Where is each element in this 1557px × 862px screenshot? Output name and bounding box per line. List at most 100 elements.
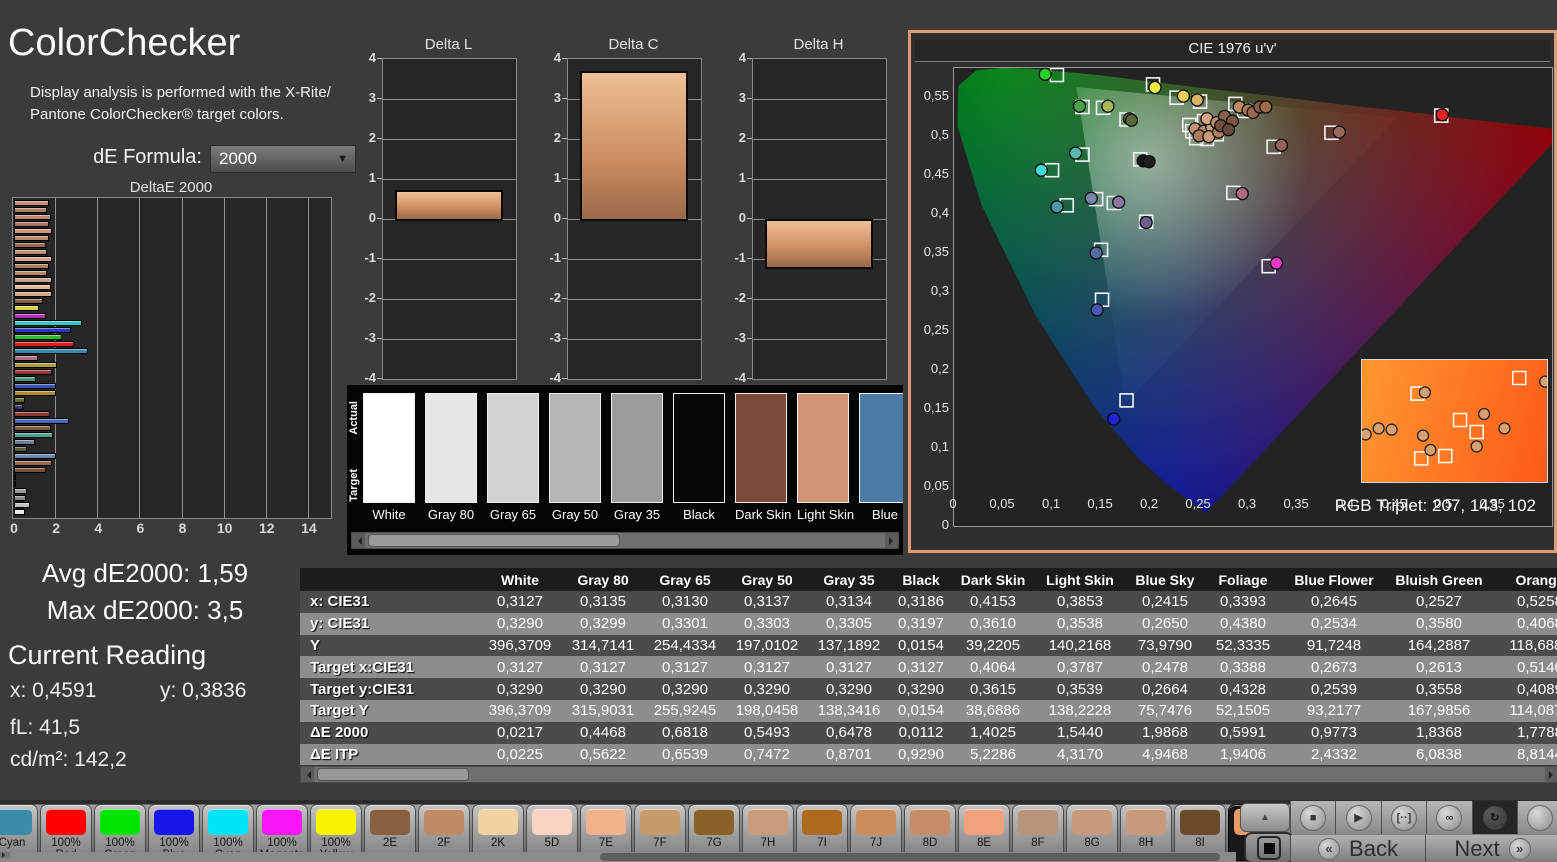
- y-tick-mark: [377, 218, 382, 219]
- range-button[interactable]: [··]: [1380, 801, 1427, 834]
- measured-point: [1221, 122, 1236, 137]
- patch-scrollbar-thumb[interactable]: [600, 853, 1220, 861]
- de-bar: [14, 200, 49, 206]
- table-cell: 1,9406: [1220, 745, 1266, 763]
- swatch-blue: Blue: [859, 393, 903, 523]
- up-arrow-icon: ▲: [1260, 812, 1270, 823]
- table-cell: 0,5140: [1517, 658, 1557, 676]
- scroll-right-icon[interactable]: [0, 852, 10, 858]
- table-cell: 0,3305: [826, 615, 872, 633]
- x-tick-label: 0,25: [1185, 496, 1211, 511]
- de-bar: [14, 207, 47, 214]
- scroll-left-icon[interactable]: [352, 533, 365, 548]
- cie-chart-title: CIE 1976 u'v': [915, 40, 1550, 62]
- table-cell: 0,3787: [1057, 658, 1103, 676]
- de-bar: [14, 333, 63, 340]
- current-cdm2-readout: cd/m²: 142,2: [10, 748, 127, 771]
- y-tick-mark: [562, 218, 567, 219]
- patch-label: 2K: [490, 837, 506, 849]
- table-cell: 0,5258: [1517, 593, 1557, 611]
- table-cell: 6,0838: [1416, 745, 1462, 763]
- table-scrollbar-thumb[interactable]: [317, 768, 469, 781]
- patch-scrollbar[interactable]: [0, 852, 1236, 862]
- column-header: Foliage: [1218, 571, 1268, 588]
- table-cell: 1,7788: [1517, 724, 1557, 742]
- continuous-button[interactable]: ∞: [1426, 801, 1472, 834]
- de-bar: [14, 249, 47, 256]
- table-cell: 314,7141: [571, 636, 635, 654]
- stop-button[interactable]: ■: [1290, 801, 1336, 834]
- table-cell: 0,3127: [497, 593, 543, 611]
- y-tick-mark: [747, 378, 752, 379]
- swatch-scrollbar-thumb[interactable]: [368, 534, 620, 547]
- swatch-scrollbar[interactable]: [351, 532, 899, 549]
- patch-chip: [1072, 809, 1112, 835]
- table-cell: 0,3290: [497, 615, 543, 633]
- inset-target-square: [1452, 412, 1468, 428]
- table-cell: 396,3709: [488, 702, 552, 720]
- patch-label: 2E: [382, 837, 398, 849]
- measured-point: [1332, 125, 1346, 139]
- blank-button[interactable]: [1516, 801, 1557, 834]
- table-row: ΔE 2000 0,0217 0,4468 0,6818 0,5493 0,6478 0,0…: [300, 721, 1557, 744]
- de-bar: [14, 396, 25, 403]
- next-button[interactable]: Next »: [1425, 835, 1557, 862]
- x-tick-label: 0,2: [1140, 496, 1159, 511]
- table-cell: 5,2286: [970, 745, 1016, 763]
- swatch-label: Blue: [871, 507, 899, 522]
- de-bar: [14, 425, 51, 431]
- measured-point: [1089, 246, 1103, 260]
- measured-point: [1034, 163, 1048, 177]
- table-cell: 138,2228: [1048, 702, 1112, 720]
- y-tick-label: 3: [553, 90, 561, 105]
- refresh-button[interactable]: ↻: [1471, 801, 1517, 834]
- deltae2000-x-axis: 0 2 4 6 8 10 12 14: [10, 520, 330, 538]
- x-tick-label: 6: [136, 520, 145, 536]
- play-button[interactable]: ▶: [1335, 801, 1381, 834]
- inset-measured-point: [1424, 443, 1437, 457]
- y-tick-label: 2: [368, 130, 376, 145]
- de-formula-dropdown[interactable]: 2000 ▼: [210, 145, 356, 173]
- table-cell: 0,2664: [1142, 680, 1188, 698]
- table-cell: 137,1892: [817, 636, 881, 654]
- gridline: [753, 179, 886, 180]
- y-tick-label: 0: [738, 210, 746, 225]
- table-row: Target Y 396,3709 315,9031 255,9245 198,0458…: [300, 699, 1557, 722]
- avg-de2000-readout: Avg dE2000: 1,59: [41, 558, 249, 588]
- table-scrollbar[interactable]: [300, 766, 1557, 783]
- scroll-right-icon[interactable]: [1545, 767, 1557, 782]
- inset-measured-point: [1372, 422, 1385, 435]
- patch-label: 8G: [1084, 837, 1100, 849]
- scroll-right-icon[interactable]: [885, 533, 898, 548]
- pattern-window-button[interactable]: [1244, 832, 1294, 862]
- swatch-light-skin: Light Skin: [797, 393, 854, 523]
- swatch-chip: [673, 393, 725, 503]
- de-bar: [14, 417, 69, 424]
- table-cell: 0,4153: [970, 593, 1016, 611]
- table-cell: 0,3134: [826, 593, 872, 611]
- swatch-chip: [797, 393, 849, 503]
- delta-l-title: Delta L: [424, 36, 473, 53]
- table-cell: 1,5440: [1057, 724, 1103, 742]
- table-cell: 0,3197: [898, 615, 944, 633]
- x-tick-label: 0,5: [1434, 496, 1453, 511]
- swatch-chip: [425, 393, 477, 503]
- y-tick-label: 2: [553, 130, 561, 145]
- y-tick-mark: [377, 178, 382, 179]
- table-cell: 1,8368: [1416, 724, 1462, 742]
- y-tick-label: 0,4: [930, 204, 949, 220]
- patch-chip: [154, 809, 194, 835]
- x-tick-label: 0,4: [1336, 496, 1355, 511]
- collapse-up-button[interactable]: ▲: [1240, 803, 1290, 832]
- column-header: White: [500, 571, 540, 588]
- table-cell: 0,4064: [970, 658, 1016, 676]
- table-cell: 0,3290: [744, 680, 790, 698]
- scroll-left-icon[interactable]: [301, 767, 314, 782]
- inset-target-square: [1512, 370, 1527, 386]
- table-cell: 0,3127: [662, 658, 708, 676]
- patch-label: 8D: [922, 837, 938, 849]
- table-cell: 0,3299: [580, 615, 626, 633]
- back-button[interactable]: « Back: [1290, 835, 1425, 862]
- table-cell: 0,4468: [580, 724, 626, 742]
- delta-l-plot: [382, 58, 517, 380]
